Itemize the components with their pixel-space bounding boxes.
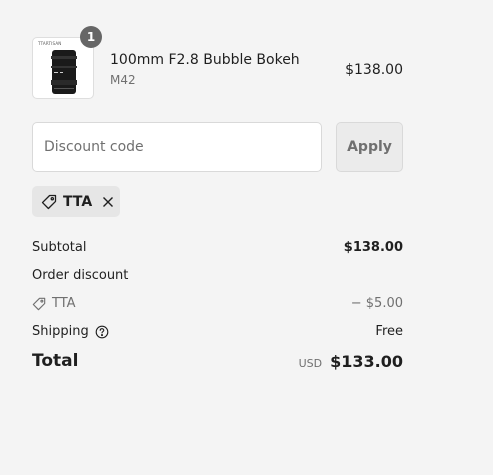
lens-image: [51, 50, 77, 94]
discount-code-line: TTA: [32, 296, 76, 311]
currency-code: USD: [298, 356, 323, 370]
applied-code-label: TTA: [63, 193, 93, 210]
product-price: $138.00: [345, 62, 403, 78]
order-discount-label: Order discount: [32, 268, 129, 283]
shipping-label: Shipping: [32, 324, 89, 339]
total-amount-group: USD $133.00: [299, 352, 403, 371]
discount-code-text: TTA: [52, 296, 76, 311]
quantity-badge: 1: [80, 26, 102, 48]
discount-code-input[interactable]: [32, 122, 322, 172]
tag-icon: [41, 194, 57, 210]
thumbnail-brand-text: TTARTISAN: [38, 41, 62, 46]
discount-code-row: TTA − $5.00: [32, 296, 403, 311]
subtotal-value: $138.00: [343, 240, 403, 255]
subtotal-row: Subtotal $138.00: [32, 240, 403, 255]
remove-discount-close-icon[interactable]: [102, 196, 114, 208]
shipping-line: Shipping: [32, 324, 109, 339]
shipping-row: Shipping Free: [32, 324, 403, 339]
product-variant: M42: [110, 73, 136, 87]
apply-button[interactable]: Apply: [336, 122, 403, 172]
total-label: Total: [32, 351, 79, 371]
product-name: 100mm F2.8 Bubble Bokeh: [110, 52, 300, 68]
total-row: Total USD $133.00: [32, 351, 403, 371]
help-question-icon[interactable]: [95, 325, 109, 339]
discount-amount: − $5.00: [350, 296, 403, 311]
total-amount: $133.00: [330, 351, 403, 371]
tag-icon: [32, 297, 46, 311]
shipping-value: Free: [375, 324, 403, 339]
subtotal-label: Subtotal: [32, 240, 87, 255]
order-discount-row: Order discount: [32, 268, 403, 283]
applied-discount-chip: TTA: [32, 186, 120, 217]
